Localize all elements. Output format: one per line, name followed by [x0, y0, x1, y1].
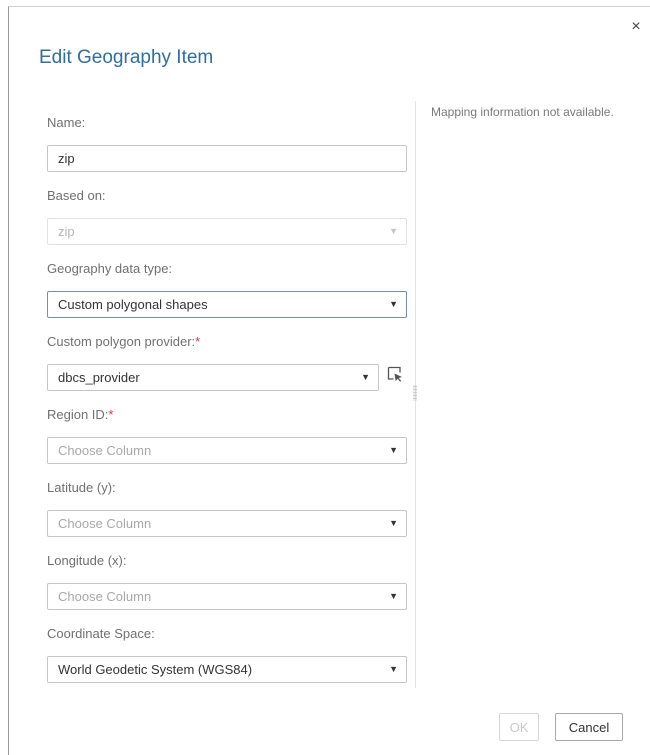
required-marker: *: [195, 334, 201, 349]
longitude-label: Longitude (x):: [47, 553, 127, 568]
polygon-provider-label: Custom polygon provider:*: [47, 334, 200, 349]
dialog-title: Edit Geography Item: [39, 47, 214, 68]
coordinate-space-value: World Geodetic System (WGS84): [58, 662, 253, 677]
mapping-info-text: Mapping information not available.: [431, 105, 614, 119]
latitude-select[interactable]: Choose Column ▼: [47, 510, 407, 537]
name-label: Name:: [47, 115, 86, 130]
chevron-down-icon: ▼: [389, 299, 398, 309]
geography-data-type-select[interactable]: Custom polygonal shapes ▼: [47, 291, 407, 318]
chevron-down-icon: ▼: [389, 591, 398, 601]
edit-geography-dialog: × Edit Geography Item Name: Based on: zi…: [8, 6, 650, 755]
geography-data-type-label: Geography data type:: [47, 261, 173, 276]
name-input[interactable]: [47, 145, 407, 172]
polygon-provider-value: dbcs_provider: [58, 370, 140, 385]
region-id-select[interactable]: Choose Column ▼: [47, 437, 407, 464]
based-on-value: zip: [58, 224, 75, 239]
coordinate-space-label: Coordinate Space:: [47, 626, 155, 641]
edit-cursor-icon[interactable]: [387, 366, 403, 382]
region-id-label-text: Region ID:: [47, 407, 109, 422]
region-id-label: Region ID:*: [47, 407, 113, 422]
based-on-select: zip ▼: [47, 218, 407, 245]
chevron-down-icon: ▼: [389, 664, 398, 674]
cancel-button[interactable]: Cancel: [555, 713, 623, 741]
chevron-down-icon: ▼: [389, 518, 398, 528]
splitter-handle[interactable]: [413, 385, 417, 401]
longitude-select[interactable]: Choose Column ▼: [47, 583, 407, 610]
polygon-provider-label-text: Custom polygon provider:: [47, 334, 196, 349]
region-id-placeholder: Choose Column: [58, 443, 152, 458]
latitude-label: Latitude (y):: [47, 480, 116, 495]
chevron-down-icon: ▼: [389, 445, 398, 455]
ok-button: OK: [499, 713, 539, 741]
close-icon[interactable]: ×: [628, 19, 644, 35]
geography-data-type-value: Custom polygonal shapes: [58, 297, 208, 312]
based-on-label: Based on:: [47, 188, 106, 203]
coordinate-space-select[interactable]: World Geodetic System (WGS84) ▼: [47, 656, 407, 683]
latitude-placeholder: Choose Column: [58, 516, 152, 531]
polygon-provider-select[interactable]: dbcs_provider ▼: [47, 364, 379, 391]
chevron-down-icon: ▼: [389, 226, 398, 236]
required-marker: *: [108, 407, 114, 422]
longitude-placeholder: Choose Column: [58, 589, 152, 604]
chevron-down-icon: ▼: [361, 372, 370, 382]
